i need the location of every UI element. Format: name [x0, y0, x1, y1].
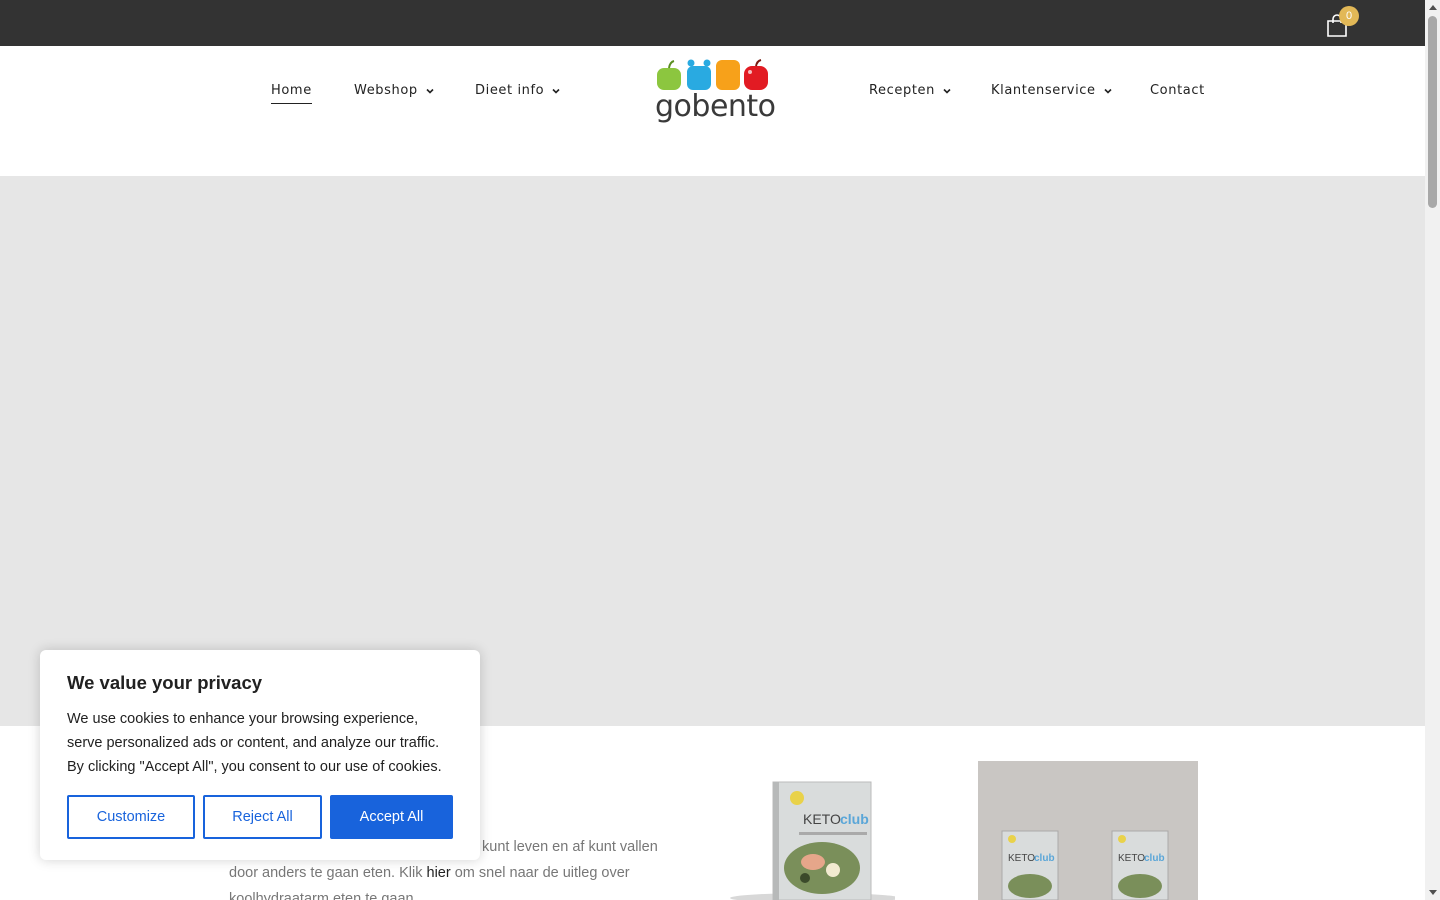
nav-contact-label: Contact [1150, 83, 1205, 98]
ketoclub-book-image[interactable]: KETO club [725, 778, 895, 900]
customize-button[interactable]: Customize [67, 795, 195, 839]
svg-text:KETO: KETO [1118, 853, 1145, 864]
page-scrollbar[interactable] [1425, 0, 1440, 900]
chevron-down-icon [1104, 88, 1112, 94]
svg-text:club: club [840, 811, 869, 827]
ketoclub-books-photo[interactable]: KETO club KETO club [978, 761, 1198, 900]
nav-dieet-info-label: Dieet info [475, 83, 545, 98]
gobento-logo[interactable]: gobento [655, 58, 776, 128]
intro-line-3: koolhydraatarm eten te gaan. [229, 891, 418, 900]
nav-webshop-label: Webshop [354, 83, 418, 98]
accept-all-button[interactable]: Accept All [330, 795, 453, 839]
active-underline [271, 103, 312, 104]
scroll-down-arrow-icon[interactable] [1425, 886, 1440, 900]
nav-webshop[interactable]: Webshop [354, 83, 434, 98]
hero-banner [0, 176, 1425, 726]
nav-dieet-info[interactable]: Dieet info [475, 83, 560, 98]
chevron-down-icon [426, 88, 434, 94]
chevron-down-icon [552, 88, 560, 94]
nav-klantenservice-label: Klantenservice [991, 83, 1096, 98]
cookie-consent-dialog: We value your privacy We use cookies to … [40, 650, 480, 860]
chevron-down-icon [943, 88, 951, 94]
nav-recepten-label: Recepten [869, 83, 935, 98]
intro-line-2: door anders te gaan eten. Klik hier om s… [229, 860, 689, 886]
intro-text-segment: om snel naar de uitleg over [450, 865, 630, 881]
site-header: Home Webshop Dieet info gobento Recepten [0, 46, 1425, 176]
logo-wordmark: gobento [655, 89, 776, 124]
nav-home[interactable]: Home [271, 83, 312, 104]
scroll-up-arrow-icon[interactable] [1425, 0, 1440, 14]
nav-contact[interactable]: Contact [1150, 83, 1205, 98]
ketoclub-books-image: KETO club KETO club [1001, 830, 1169, 900]
nav-recepten[interactable]: Recepten [869, 83, 951, 98]
cookie-description: We use cookies to enhance your browsing … [67, 711, 442, 775]
nav-home-label: Home [271, 83, 312, 98]
cart-count-badge[interactable]: 0 [1339, 6, 1359, 26]
svg-text:club: club [1034, 853, 1055, 864]
svg-text:club: club [1144, 853, 1165, 864]
intro-text-segment: door anders te gaan eten. Klik [229, 865, 427, 881]
svg-text:KETO: KETO [803, 811, 841, 827]
svg-text:KETO: KETO [1008, 853, 1035, 864]
nav-klantenservice[interactable]: Klantenservice [991, 83, 1112, 98]
scrollbar-thumb[interactable] [1428, 16, 1437, 208]
top-bar: 0 [0, 0, 1425, 46]
cookie-title: We value your privacy [67, 672, 263, 693]
hier-link[interactable]: hier [427, 865, 451, 881]
reject-all-button[interactable]: Reject All [203, 795, 322, 839]
